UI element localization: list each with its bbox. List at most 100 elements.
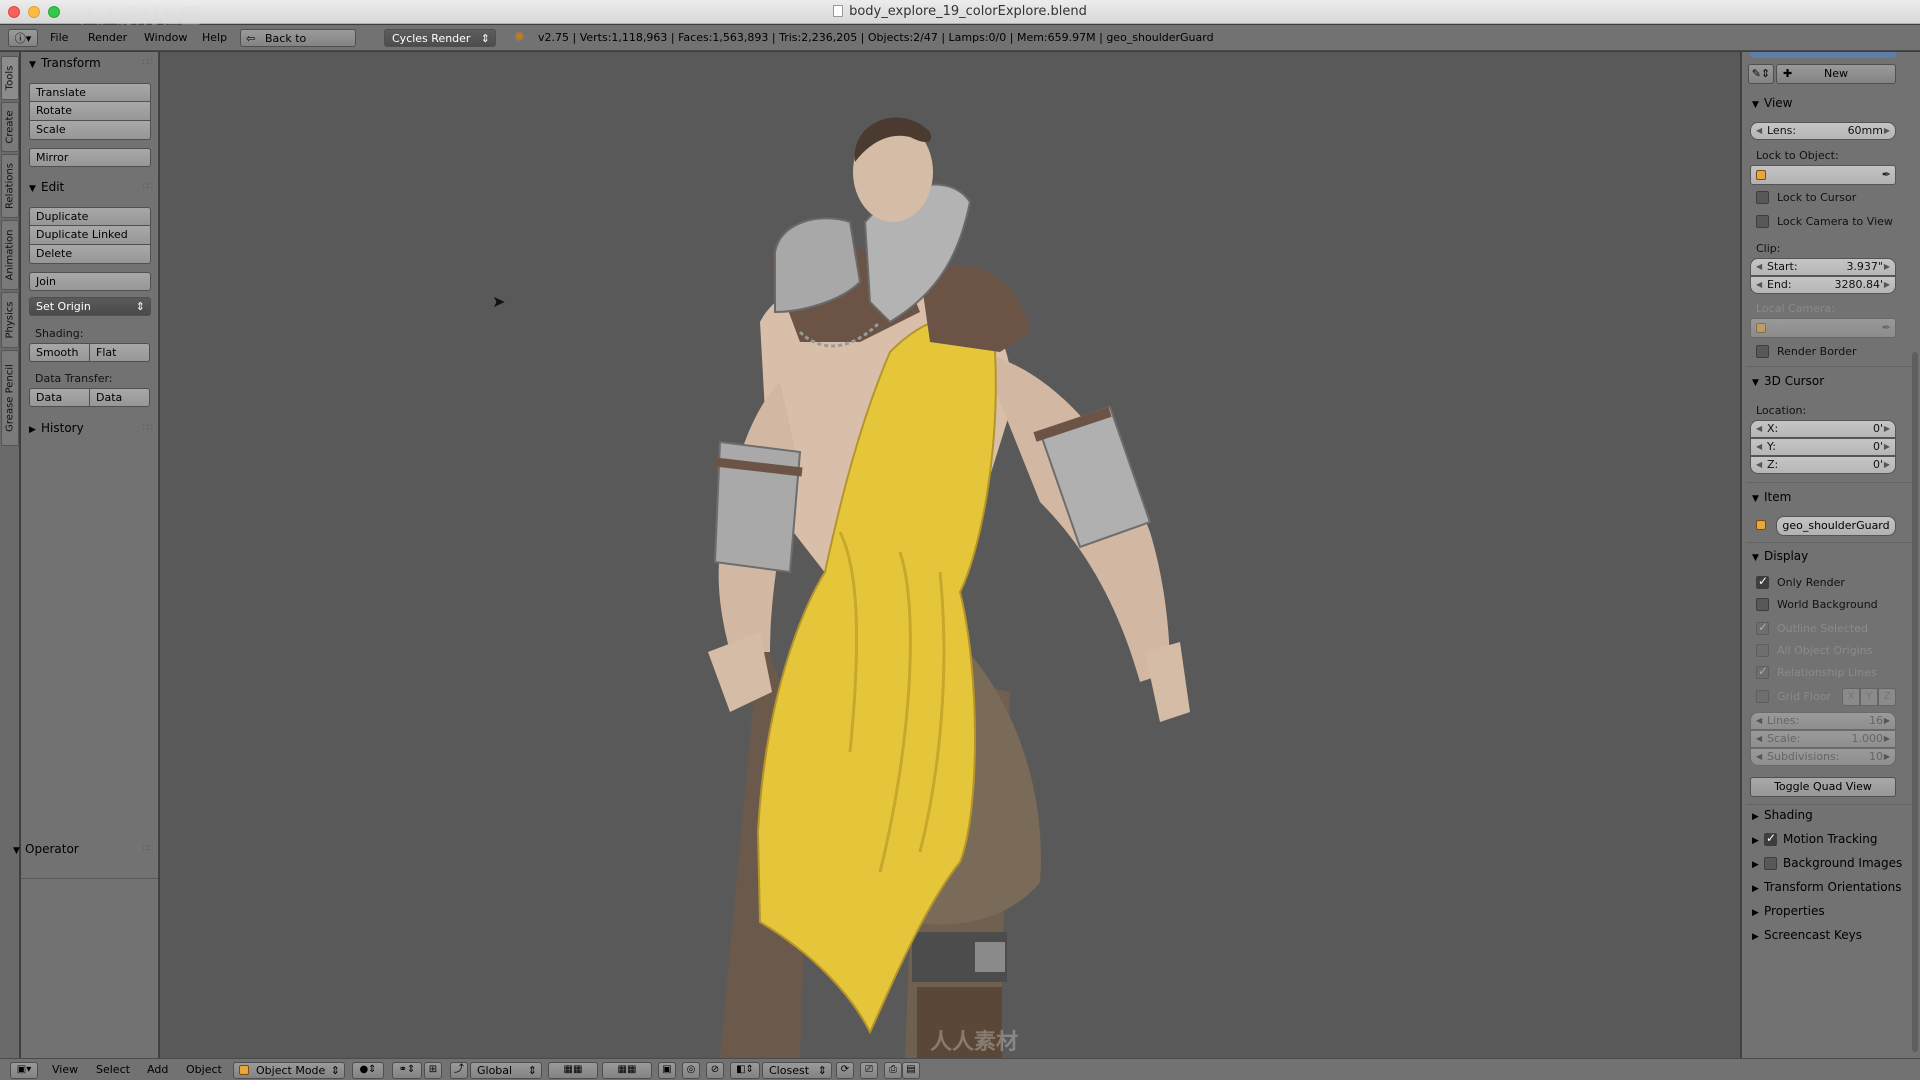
blender-logo-icon: ✺ [514,30,525,45]
menu-add[interactable]: Add [147,1062,168,1079]
data-transfer-button[interactable]: Data [29,388,90,407]
opengl-render-icon[interactable]: ⎚ [860,1062,878,1079]
pivot-point-select[interactable]: ⚭⇕ [392,1062,422,1079]
orientation-select[interactable]: Global ⇕ [470,1062,542,1079]
editor-type-button[interactable]: ⓘ▾ [8,29,38,47]
properties-scrollbar[interactable] [1912,352,1918,1052]
layers-grid-1[interactable]: ▦▦ [548,1062,598,1079]
grid-lines-field: ◀ Lines: 16 ▶ [1750,712,1896,730]
clip-end-field[interactable]: ◀ End: 3280.84' ▶ [1750,276,1896,294]
only-render-checkbox[interactable]: Only Render [1756,574,1845,589]
tab-scene[interactable] [1750,52,1896,58]
lock-camera-checkbox[interactable]: Lock Camera to View [1756,215,1893,228]
align-rotation-icon[interactable]: ⟳ [836,1062,854,1079]
render-border-checkbox[interactable]: Render Border [1756,345,1857,358]
menu-help[interactable]: Help [202,29,227,47]
collapsed-triangle-icon: ▶ [1752,860,1759,870]
back-to-previous-button[interactable]: ⇦Back to Previous [240,29,356,63]
menu-file[interactable]: File [50,29,68,47]
menu-window[interactable]: Window [144,29,187,47]
properties-region: ✎⇕ ✚ New ▼ View ◀ Lens: 60mm ▶ Lock to Object… [1741,52,1920,1058]
lock-layers-icon[interactable]: ▣ [658,1062,676,1079]
set-origin-select[interactable]: Set Origin ⇕ [29,297,151,316]
panel-transform-header[interactable]: ▼ Transform [29,56,101,70]
item-name-field[interactable]: geo_shoulderGuard [1776,516,1896,536]
tab-tools[interactable]: Tools [1,56,19,100]
render-animation-icon[interactable]: ⎙ [884,1062,902,1079]
transform-axis-icon[interactable]: ⤴ [450,1062,468,1079]
right-hand [1145,642,1190,722]
panel-properties-header[interactable]: ▶ Properties [1752,904,1825,918]
panel-display-header[interactable]: ▼ Display [1752,549,1808,563]
drag-handle-icon[interactable]: ∷∷ [143,58,154,68]
tab-grease-pencil[interactable]: Grease Pencil [1,350,19,446]
clip-start-field[interactable]: ◀ Start: 3.937" ▶ [1750,258,1896,276]
panel-shading-header[interactable]: ▶ Shading [1752,808,1813,822]
divider [1746,542,1916,543]
rotate-button[interactable]: Rotate [29,102,151,121]
select-arrows-icon: ⇕ [480,32,490,45]
panel-transform-orientations-header[interactable]: ▶ Transform Orientations [1752,880,1902,894]
tab-physics[interactable]: Physics [1,292,19,348]
snap-target-select[interactable]: Closest ⇕ [762,1062,832,1079]
lens-field[interactable]: ◀ Lens: 60mm ▶ [1750,122,1896,140]
proportional-edit-icon[interactable]: ◎ [682,1062,700,1079]
layers-grid-2[interactable]: ▦▦ [602,1062,652,1079]
panel-operator-header[interactable]: ▼ Operator [13,842,79,856]
manipulator-icon[interactable]: ⊞ [424,1062,442,1079]
new-layer-button[interactable]: ✚ New [1776,64,1896,84]
snap-element-select[interactable]: ◧⇕ [730,1062,760,1079]
3d-viewport[interactable]: ➤ 人人素材 [160,52,1740,1058]
duplicate-button[interactable]: Duplicate [29,207,151,226]
drag-handle-icon[interactable]: ∷∷ [143,844,154,854]
delete-button[interactable]: Delete [29,245,151,264]
grid-floor-checkbox: Grid Floor [1756,690,1831,703]
lock-object-field[interactable]: ✒ [1750,165,1896,185]
data-transfer-label: Data Transfer: [35,372,113,385]
pencil-icon[interactable]: ✎⇕ [1748,64,1774,84]
duplicate-linked-button[interactable]: Duplicate Linked [29,226,151,245]
smooth-button[interactable]: Smooth [29,343,90,362]
panel-screencast-keys-header[interactable]: ▶ Screencast Keys [1752,928,1862,942]
viewport-shading-select[interactable]: ●⇕ [352,1062,384,1079]
window-titlebar: 人人素材社区 body_explore_19_colorExplore.blen… [0,0,1920,28]
drag-handle-icon[interactable]: ∷∷ [143,423,154,433]
motion-tracking-checkbox[interactable] [1764,831,1783,846]
eyedropper-icon[interactable]: ✒ [1882,168,1891,181]
menu-render[interactable]: Render [88,29,127,47]
scale-button[interactable]: Scale [29,121,151,140]
panel-3d-cursor-header[interactable]: ▼ 3D Cursor [1752,374,1824,388]
panel-history-header[interactable]: ▶ History [29,421,84,435]
translate-button[interactable]: Translate [29,83,151,102]
menu-select[interactable]: Select [96,1062,130,1079]
world-background-checkbox[interactable]: World Background [1756,598,1878,611]
panel-item-header[interactable]: ▼ Item [1752,490,1791,504]
flat-button[interactable]: Flat [89,343,150,362]
screencast-icon[interactable]: ▤ [902,1062,920,1079]
cursor-z-field[interactable]: ◀ Z: 0' ▶ [1750,456,1896,474]
mirror-button[interactable]: Mirror [29,148,151,167]
cursor-x-field[interactable]: ◀ X: 0' ▶ [1750,420,1896,438]
data-layout-button[interactable]: Data Layo [89,388,150,407]
panel-view-header[interactable]: ▼ View [1752,96,1792,110]
tab-relations[interactable]: Relations [1,154,19,218]
join-button[interactable]: Join [29,272,151,291]
lock-to-cursor-checkbox[interactable]: Lock to Cursor [1756,191,1856,204]
panel-background-images-header[interactable]: ▶ Background Images [1752,856,1902,870]
panel-motion-tracking-header[interactable]: ▶Motion Tracking [1752,831,1877,846]
background-images-checkbox[interactable] [1764,857,1783,870]
tab-animation[interactable]: Animation [1,220,19,290]
clip-label: Clip: [1756,242,1781,255]
menu-object[interactable]: Object [186,1062,222,1079]
render-engine-select[interactable]: Cycles Render ⇕ [384,29,496,47]
cursor-y-field[interactable]: ◀ Y: 0' ▶ [1750,438,1896,456]
toggle-quad-view-button[interactable]: Toggle Quad View [1750,777,1896,797]
mode-select[interactable]: Object Mode ⇕ [233,1062,345,1079]
drag-handle-icon[interactable]: ∷∷ [143,182,154,192]
editor-type-button[interactable]: ▣▾ [10,1062,38,1079]
menu-view[interactable]: View [52,1062,78,1079]
panel-edit-header[interactable]: ▼ Edit [29,180,64,194]
tab-create[interactable]: Create [1,102,19,152]
grid-scale-field: ◀ Scale: 1.000 ▶ [1750,730,1896,748]
snap-icon[interactable]: ⊘ [706,1062,724,1079]
